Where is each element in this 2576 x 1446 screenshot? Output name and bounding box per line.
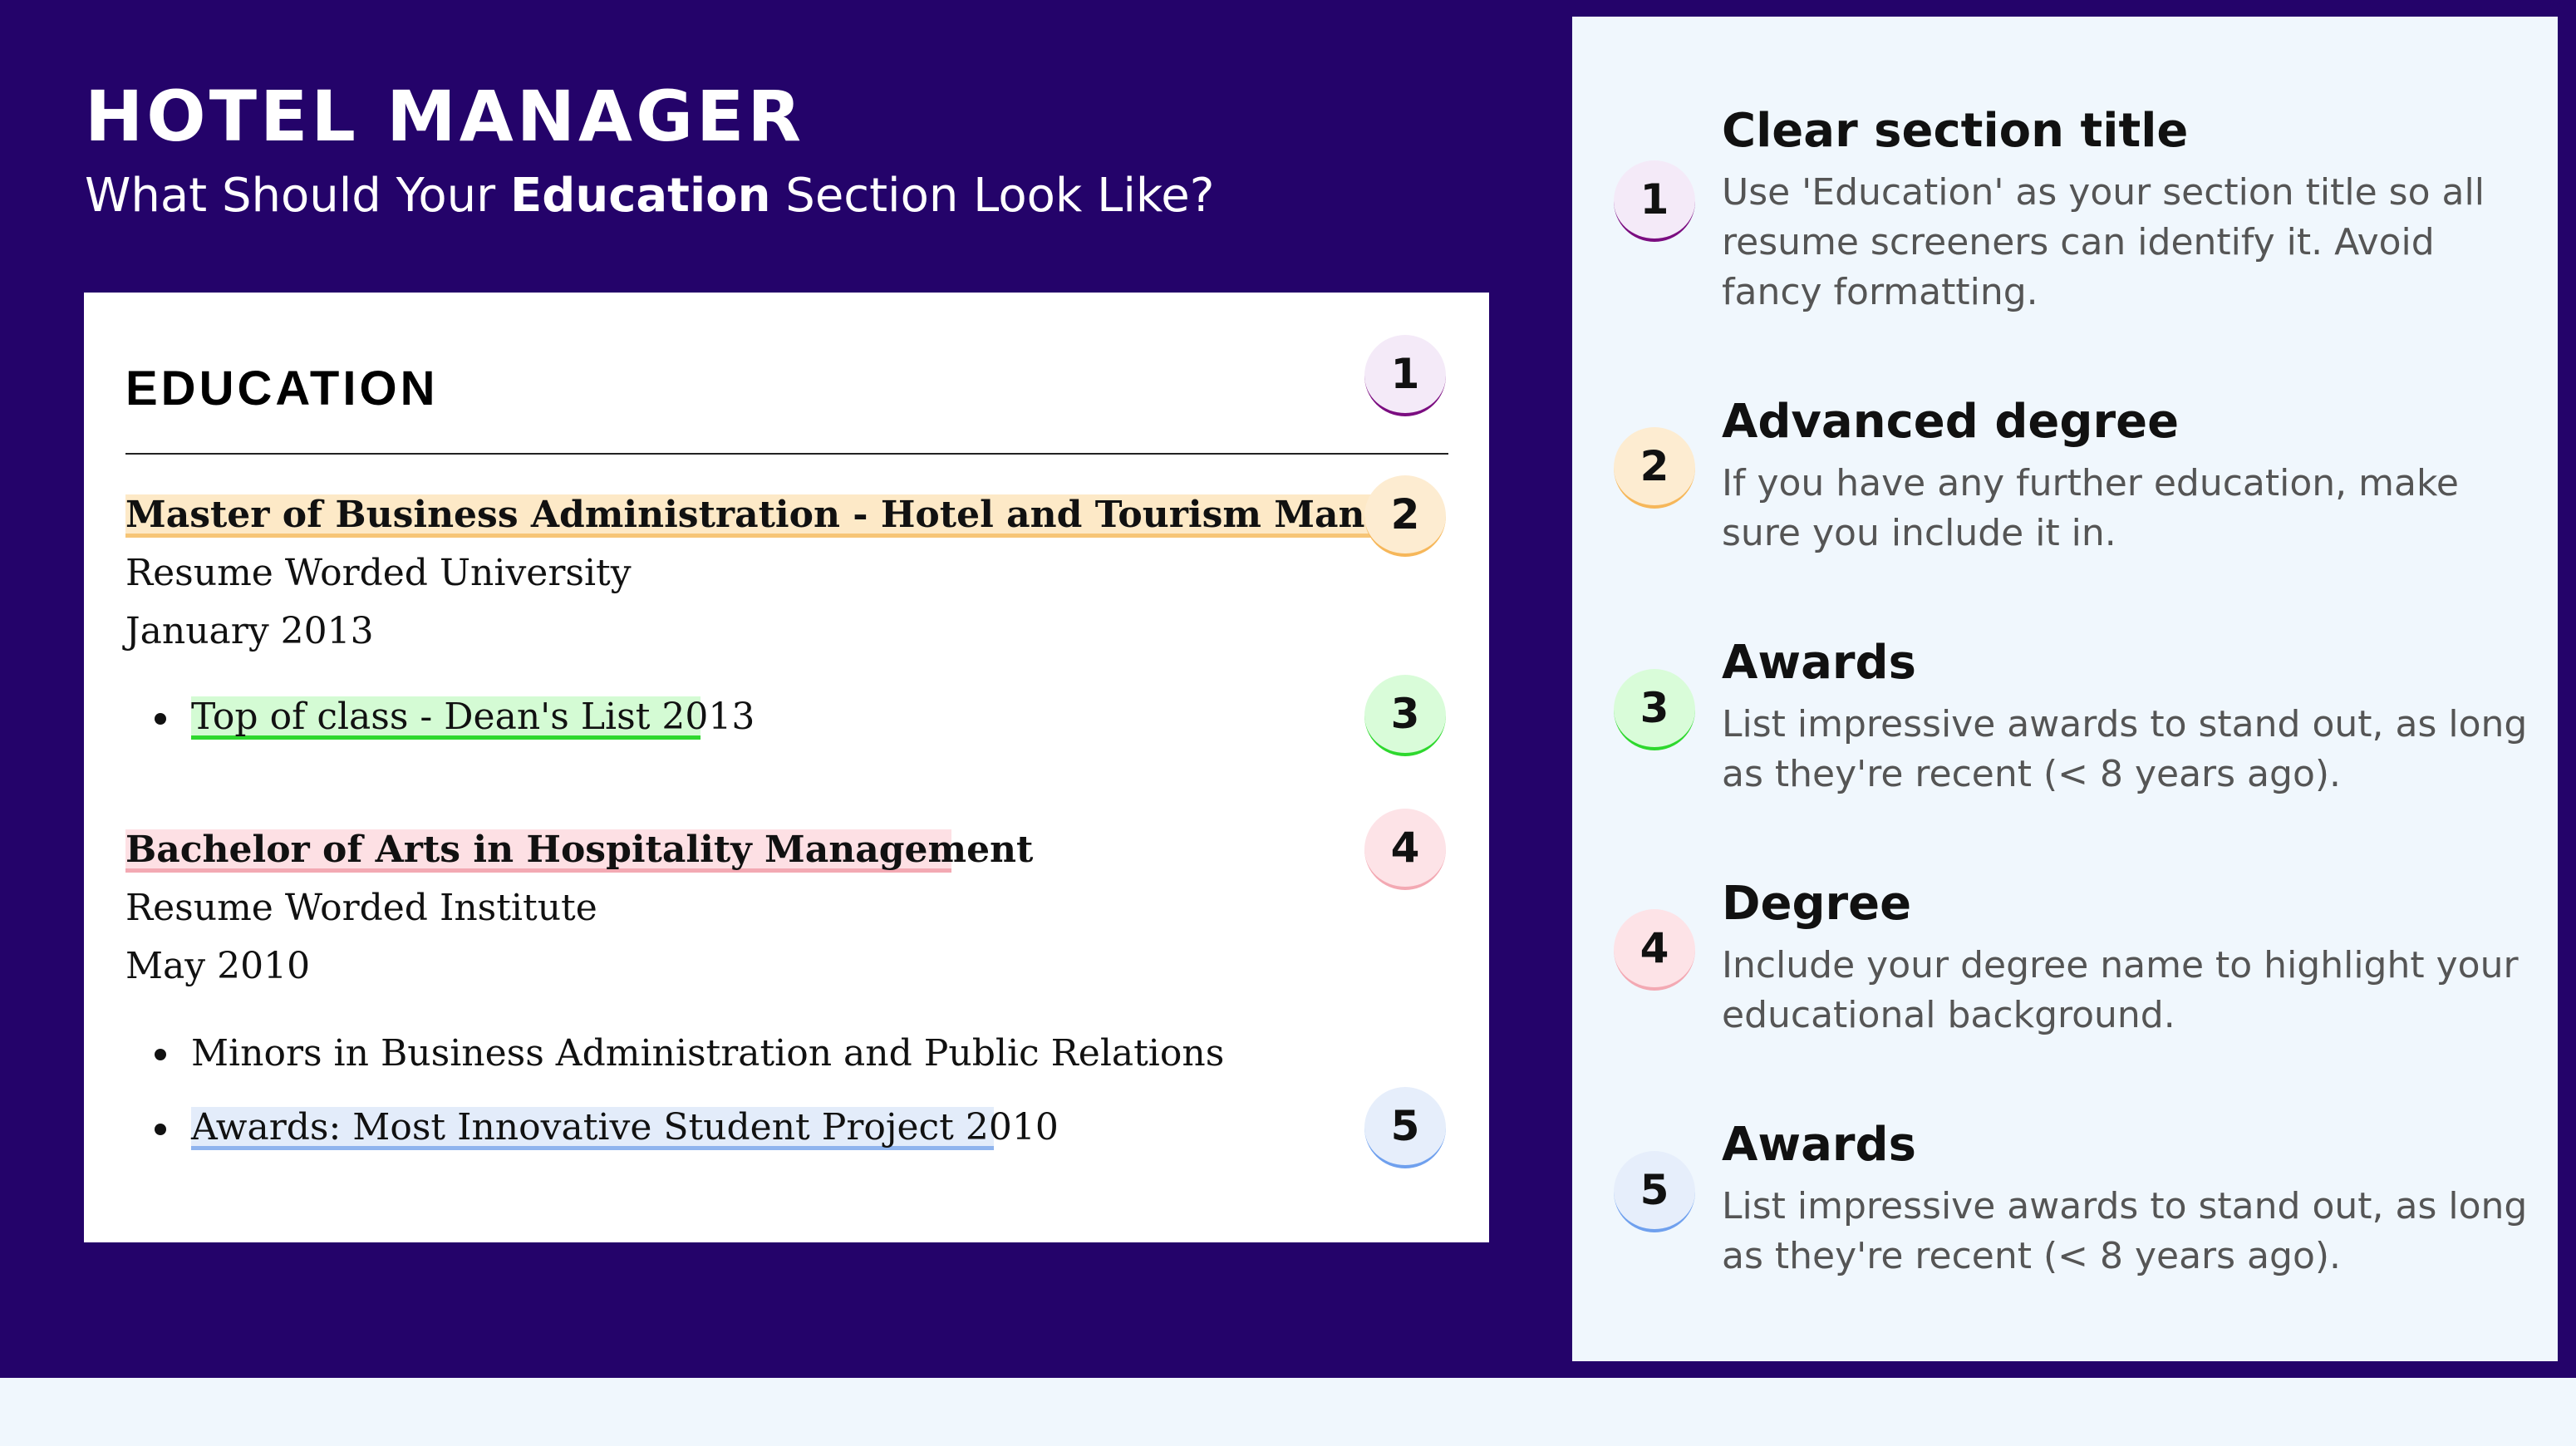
resume-sample-card xyxy=(84,293,1489,1242)
degree-title: Bachelor of Arts in Hospitality Manageme… xyxy=(125,829,1034,871)
graduation-date: January 2013 xyxy=(125,610,374,652)
bullet-text: Awards: Most Innovative Student Project … xyxy=(191,1106,1059,1148)
tip-body: List impressive awards to stand out, as … xyxy=(1722,703,2528,795)
subtitle-prefix: What Should Your xyxy=(85,169,510,223)
tip-title: Awards xyxy=(1722,636,1916,690)
bullet-text: Minors in Business Administration and Pu… xyxy=(191,1032,1225,1075)
tip-body: If you have any further education, make … xyxy=(1722,462,2459,554)
marker-badge-3: 3 xyxy=(1364,675,1446,756)
tip-title: Degree xyxy=(1722,877,1912,931)
subtitle-emphasis: Education xyxy=(509,169,771,223)
degree-title: Master of Business Administration - Hote… xyxy=(125,494,1411,536)
subtitle-suffix: Section Look Like? xyxy=(770,169,1215,223)
tip-badge-4: 4 xyxy=(1614,909,1695,991)
tip-body: Use 'Education' as your section title so… xyxy=(1722,171,2485,313)
school-name: Resume Worded University xyxy=(125,552,632,594)
tip-title: Awards xyxy=(1722,1118,1916,1172)
marker-badge-4: 4 xyxy=(1364,809,1446,890)
graduation-date: May 2010 xyxy=(125,945,311,987)
tip-body: List impressive awards to stand out, as … xyxy=(1722,1185,2528,1277)
section-divider xyxy=(125,453,1448,455)
marker-badge-2: 2 xyxy=(1364,475,1446,557)
tip-title: Clear section title xyxy=(1722,104,2189,158)
marker-badge-5: 5 xyxy=(1364,1087,1446,1168)
marker-badge-1: 1 xyxy=(1364,335,1446,416)
bullet-dot xyxy=(155,713,166,725)
tip-badge-1: 1 xyxy=(1614,160,1695,242)
page-subtitle: What Should Your Education Section Look … xyxy=(85,166,1214,226)
resume-section-title: EDUCATION xyxy=(125,362,439,416)
bullet-text: Top of class - Dean's List 2013 xyxy=(191,696,755,738)
tip-badge-3: 3 xyxy=(1614,669,1695,750)
bullet-dot xyxy=(155,1049,166,1060)
page-title: HOTEL MANAGER xyxy=(85,76,805,157)
tip-body: Include your degree name to highlight yo… xyxy=(1722,944,2519,1036)
tip-title: Advanced degree xyxy=(1722,395,2180,449)
school-name: Resume Worded Institute xyxy=(125,887,597,929)
tip-badge-2: 2 xyxy=(1614,427,1695,509)
tip-badge-5: 5 xyxy=(1614,1151,1695,1232)
bullet-dot xyxy=(155,1124,166,1135)
